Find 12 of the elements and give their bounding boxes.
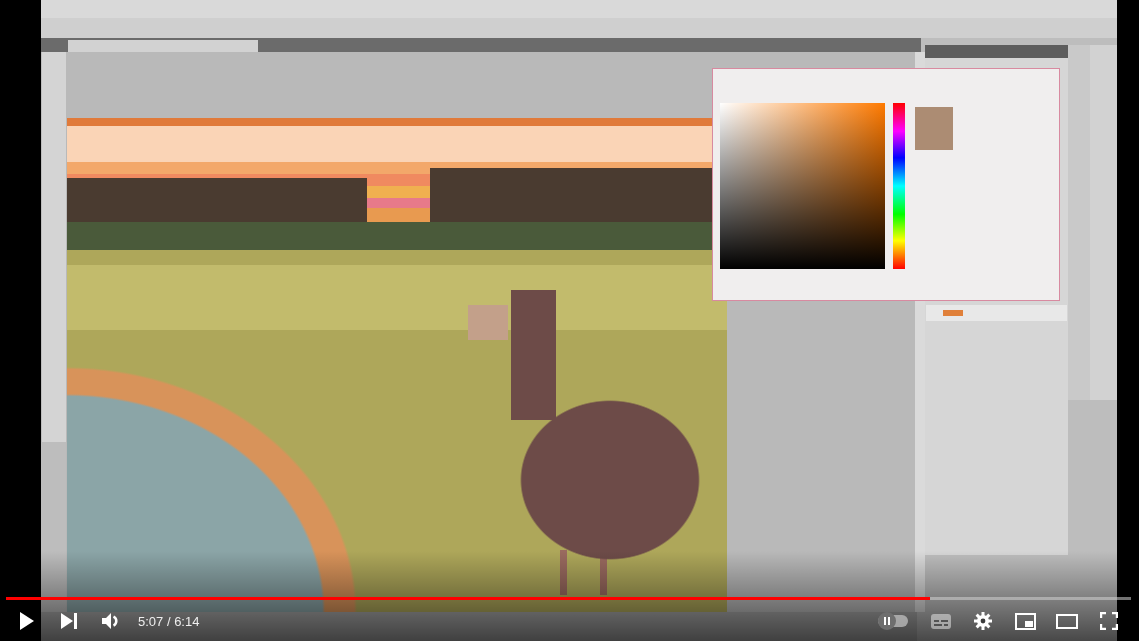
autoplay-toggle[interactable]	[878, 612, 908, 630]
captions-icon	[931, 613, 951, 629]
next-icon	[61, 613, 77, 629]
volume-icon	[102, 612, 120, 630]
theater-icon	[1056, 613, 1078, 629]
pause-icon	[878, 612, 896, 630]
play-icon	[20, 612, 34, 630]
time-display: 5:07 / 6:14	[138, 613, 200, 629]
progress-track[interactable]	[6, 597, 1131, 600]
miniplayer-icon	[1014, 612, 1036, 630]
settings-icon	[974, 612, 992, 630]
fullscreen-icon	[1100, 612, 1118, 630]
